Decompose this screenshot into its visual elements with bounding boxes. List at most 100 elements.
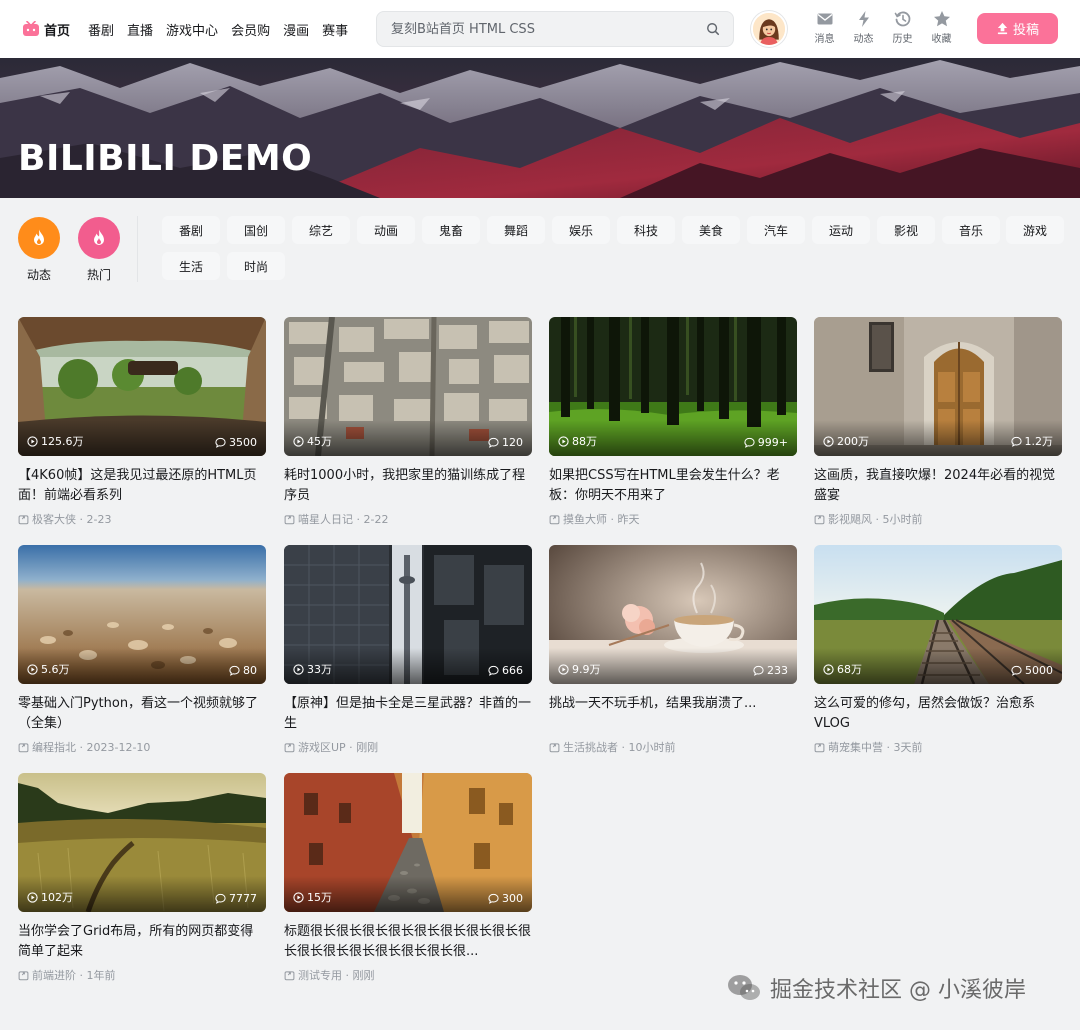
video-thumbnail[interactable]: 125.6万 3500 <box>18 317 266 456</box>
tag-kichiku[interactable]: 鬼畜 <box>422 216 480 244</box>
video-meta[interactable]: 喵星人日记 · 2-22 <box>284 511 532 527</box>
video-title[interactable]: 标题很长很长很长很长很长很长很长很长很长很长很长很长很长很长很长很... <box>284 922 532 962</box>
video-meta[interactable]: 前端进阶 · 1年前 <box>18 967 266 983</box>
video-date: 昨天 <box>617 513 640 526</box>
danmu-count: 300 <box>488 892 523 905</box>
video-thumbnail[interactable]: 88万 999+ <box>549 317 797 456</box>
avatar[interactable] <box>751 11 787 47</box>
tag-car[interactable]: 汽车 <box>747 216 805 244</box>
danmu-count: 120 <box>488 436 523 449</box>
tag-anime[interactable]: 番剧 <box>162 216 220 244</box>
video-thumbnail[interactable]: 15万 300 <box>284 773 532 912</box>
channel-hot[interactable]: 热门 <box>78 217 120 283</box>
video-meta[interactable]: 影视飓风 · 5小时前 <box>814 511 1062 527</box>
video-card[interactable]: 15万 300 标题很长很长很长很长很长很长很长很长很长很长很长很长很长很长很长… <box>284 773 532 983</box>
video-card[interactable]: 33万 666 【原神】但是抽卡全是三星武器？非酋的一生 游戏区UP · 刚刚 <box>284 545 532 755</box>
dynamics-button[interactable]: 动态 <box>844 10 883 45</box>
video-card[interactable]: 9.9万 233 挑战一天不玩手机，结果我崩溃了... 生活挑战者 · 10小时… <box>549 545 797 755</box>
video-card[interactable]: 68万 5000 这么可爱的修勾，居然会做饭？治愈系VLOG 萌宠集中营 · 3… <box>814 545 1062 755</box>
nav-game-center[interactable]: 游戏中心 <box>166 20 218 39</box>
channel-hot-label: 热门 <box>86 268 111 282</box>
video-thumbnail[interactable]: 5.6万 80 <box>18 545 266 684</box>
video-thumbnail[interactable]: 200万 1.2万 <box>814 317 1062 456</box>
tag-guochuang[interactable]: 国创 <box>227 216 285 244</box>
header-actions: 消息 动态 历史 收藏 <box>805 10 961 45</box>
tag-life[interactable]: 生活 <box>162 252 220 280</box>
play-icon <box>27 435 38 447</box>
video-thumbnail[interactable]: 45万 120 <box>284 317 532 456</box>
tag-music[interactable]: 音乐 <box>942 216 1000 244</box>
video-meta[interactable]: 测试专用 · 刚刚 <box>284 967 532 983</box>
video-meta[interactable]: 编程指北 · 2023-12-10 <box>18 739 266 755</box>
favorites-button[interactable]: 收藏 <box>922 10 961 45</box>
play-count: 102万 <box>27 889 73 905</box>
tag-game[interactable]: 游戏 <box>1006 216 1064 244</box>
video-title[interactable]: 如果把CSS写在HTML里会发生什么？老板：你明天不用来了 <box>549 466 797 506</box>
video-thumbnail[interactable]: 33万 666 <box>284 545 532 684</box>
video-title[interactable]: 【4K60帧】这是我见过最还原的HTML页面！前端必看系列 <box>18 466 266 506</box>
tag-animation[interactable]: 动画 <box>357 216 415 244</box>
lightning-icon <box>858 11 869 27</box>
tag-food[interactable]: 美食 <box>682 216 740 244</box>
video-author: 生活挑战者 <box>563 741 618 754</box>
play-icon <box>823 663 834 675</box>
search-bar <box>376 11 734 47</box>
tag-sports[interactable]: 运动 <box>812 216 870 244</box>
video-card[interactable]: 45万 120 耗时1000小时，我把家里的猫训练成了程序员 喵星人日记 · 2… <box>284 317 532 527</box>
messages-button[interactable]: 消息 <box>805 10 844 45</box>
tag-fashion[interactable]: 时尚 <box>227 252 285 280</box>
top-header: 首页 番剧 直播 游戏中心 会员购 漫画 赛事 消息 动 <box>0 0 1080 58</box>
video-author: 测试专用 <box>298 969 342 982</box>
nav-live[interactable]: 直播 <box>127 20 153 39</box>
danmu-count: 80 <box>229 664 257 677</box>
video-card[interactable]: 5.6万 80 零基础入门Python，看这一个视频就够了（全集） 编程指北 ·… <box>18 545 266 755</box>
nav-esports[interactable]: 赛事 <box>322 20 348 39</box>
video-author: 前端进阶 <box>32 969 76 982</box>
video-title[interactable]: 这画质，我直接吹爆！2024年必看的视觉盛宴 <box>814 466 1062 506</box>
video-meta[interactable]: 生活挑战者 · 10小时前 <box>549 739 797 755</box>
video-title[interactable]: 【原神】但是抽卡全是三星武器？非酋的一生 <box>284 694 532 734</box>
video-thumbnail[interactable]: 102万 7777 <box>18 773 266 912</box>
video-meta[interactable]: 萌宠集中营 · 3天前 <box>814 739 1062 755</box>
video-title[interactable]: 当你学会了Grid布局，所有的网页都变得简单了起来 <box>18 922 266 962</box>
video-card[interactable]: 200万 1.2万 这画质，我直接吹爆！2024年必看的视觉盛宴 影视飓风 · … <box>814 317 1062 527</box>
danmu-count: 7777 <box>215 892 257 905</box>
video-meta[interactable]: 游戏区UP · 刚刚 <box>284 739 532 755</box>
video-meta[interactable]: 摸鱼大师 · 昨天 <box>549 511 797 527</box>
tag-dance[interactable]: 舞蹈 <box>487 216 545 244</box>
nav-home[interactable]: 首页 <box>22 20 70 39</box>
play-count: 88万 <box>558 433 597 449</box>
search-icon[interactable] <box>705 21 721 37</box>
tag-variety[interactable]: 综艺 <box>292 216 350 244</box>
nav-manga[interactable]: 漫画 <box>283 20 309 39</box>
search-input[interactable] <box>391 21 705 37</box>
nav-shop[interactable]: 会员购 <box>231 20 270 39</box>
uploader-icon <box>18 970 29 980</box>
main-nav: 首页 番剧 直播 游戏中心 会员购 漫画 赛事 <box>0 0 361 58</box>
video-thumbnail[interactable]: 68万 5000 <box>814 545 1062 684</box>
history-button[interactable]: 历史 <box>883 10 922 45</box>
video-meta[interactable]: 极客大侠 · 2-23 <box>18 511 266 527</box>
video-date: 刚刚 <box>356 741 379 754</box>
play-count-value: 125.6万 <box>41 435 84 448</box>
nav-anime[interactable]: 番剧 <box>88 20 114 39</box>
uploader-icon <box>18 514 29 524</box>
meta-separator: · <box>76 968 87 982</box>
tag-tech[interactable]: 科技 <box>617 216 675 244</box>
video-card[interactable]: 102万 7777 当你学会了Grid布局，所有的网页都变得简单了起来 前端进阶… <box>18 773 266 983</box>
video-title[interactable]: 零基础入门Python，看这一个视频就够了（全集） <box>18 694 266 734</box>
video-thumbnail[interactable]: 9.9万 233 <box>549 545 797 684</box>
channel-dynamic[interactable]: 动态 <box>18 217 60 283</box>
video-card[interactable]: 125.6万 3500 【4K60帧】这是我见过最还原的HTML页面！前端必看系… <box>18 317 266 527</box>
video-title[interactable]: 挑战一天不玩手机，结果我崩溃了... <box>549 694 797 734</box>
video-title[interactable]: 这么可爱的修勾，居然会做饭？治愈系VLOG <box>814 694 1062 734</box>
video-card[interactable]: 88万 999+ 如果把CSS写在HTML里会发生什么？老板：你明天不用来了 摸… <box>549 317 797 527</box>
video-author: 极客大侠 <box>32 513 76 526</box>
play-count: 45万 <box>293 433 332 449</box>
fire-icon <box>94 229 104 245</box>
tag-entertainment[interactable]: 娱乐 <box>552 216 610 244</box>
tag-film[interactable]: 影视 <box>877 216 935 244</box>
upload-button[interactable]: 投稿 <box>977 13 1058 44</box>
video-title[interactable]: 耗时1000小时，我把家里的猫训练成了程序员 <box>284 466 532 506</box>
comment-icon <box>1011 665 1022 676</box>
